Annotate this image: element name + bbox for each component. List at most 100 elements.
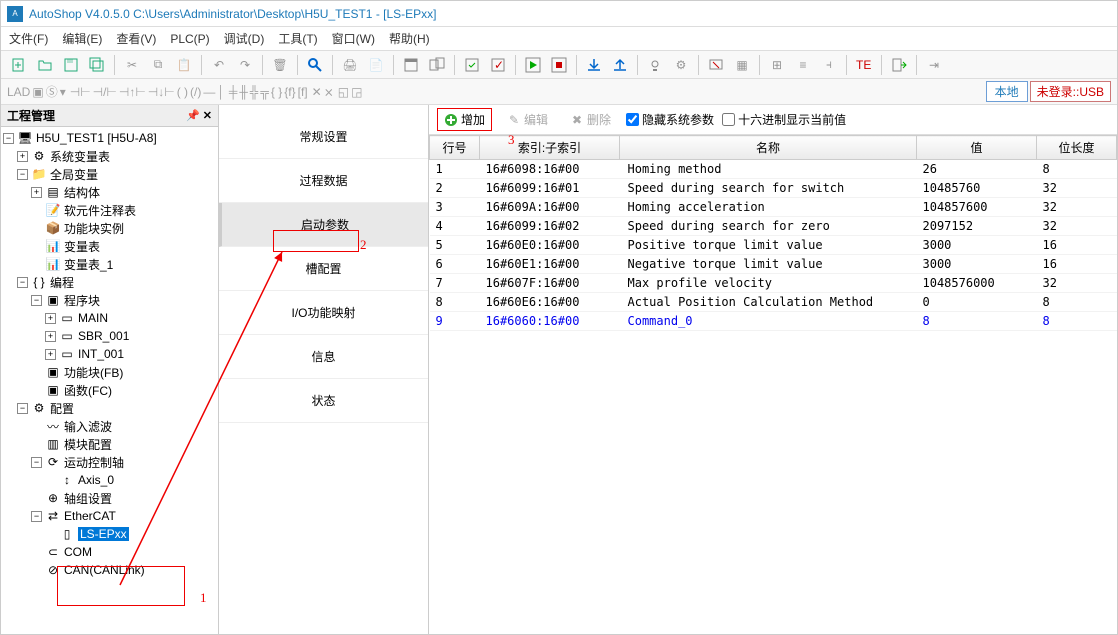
menu-edit[interactable]: 编辑(E) bbox=[62, 30, 102, 47]
print-icon[interactable]: 🖨 bbox=[338, 54, 362, 76]
menu-window[interactable]: 窗口(W) bbox=[332, 30, 375, 47]
cell-value[interactable]: 104857600 bbox=[917, 198, 1037, 217]
cell-bitlen[interactable]: 32 bbox=[1037, 217, 1117, 236]
import-icon[interactable]: ⇥ bbox=[922, 54, 946, 76]
tree-infilt[interactable]: 〰输入滤波 bbox=[3, 417, 216, 435]
cell-bitlen[interactable]: 32 bbox=[1037, 198, 1117, 217]
cell-name[interactable]: Negative torque limit value bbox=[620, 255, 917, 274]
window1-icon[interactable] bbox=[399, 54, 423, 76]
cell-row[interactable]: 9 bbox=[430, 312, 480, 331]
cell-value[interactable]: 10485760 bbox=[917, 179, 1037, 198]
tree-globalvar[interactable]: −📁全局变量 bbox=[3, 165, 216, 183]
tree-motion[interactable]: −⟳运动控制轴 bbox=[3, 453, 216, 471]
camera-icon[interactable] bbox=[643, 54, 667, 76]
tab-info[interactable]: 信息 bbox=[219, 335, 428, 379]
cell-value[interactable]: 1048576000 bbox=[917, 274, 1037, 293]
tab-status[interactable]: 状态 bbox=[219, 379, 428, 423]
cell-name[interactable]: Speed during search for switch bbox=[620, 179, 917, 198]
grid-icon[interactable]: ⊞ bbox=[765, 54, 789, 76]
undo-icon[interactable]: ↶ bbox=[207, 54, 231, 76]
delete-icon[interactable]: 🗑 bbox=[268, 54, 292, 76]
cell-row[interactable]: 2 bbox=[430, 179, 480, 198]
cell-row[interactable]: 5 bbox=[430, 236, 480, 255]
hide-sys-input[interactable] bbox=[626, 113, 639, 126]
pin-icon[interactable]: 📌 ✕ bbox=[186, 109, 212, 122]
table-row[interactable]: 916#6060:16#00Command_088 bbox=[430, 312, 1117, 331]
copy-icon[interactable]: ⧉ bbox=[146, 54, 170, 76]
table-row[interactable]: 216#6099:16#01Speed during search for sw… bbox=[430, 179, 1117, 198]
cell-value[interactable]: 0 bbox=[917, 293, 1037, 312]
col-index[interactable]: 索引:子索引 bbox=[480, 136, 620, 160]
tree-prog[interactable]: −{ }编程 bbox=[3, 273, 216, 291]
cell-bitlen[interactable]: 8 bbox=[1037, 160, 1117, 179]
menu-file[interactable]: 文件(F) bbox=[9, 30, 48, 47]
tree-com[interactable]: ⊂COM bbox=[3, 543, 216, 561]
tree-config[interactable]: −⚙配置 bbox=[3, 399, 216, 417]
tree-fc[interactable]: ▣函数(FC) bbox=[3, 381, 216, 399]
params-grid[interactable]: 行号 索引:子索引 名称 值 位长度 116#6098:16#00Homing … bbox=[429, 135, 1117, 634]
compileall-icon[interactable]: ✓ bbox=[486, 54, 510, 76]
cell-row[interactable]: 3 bbox=[430, 198, 480, 217]
run-icon[interactable] bbox=[521, 54, 545, 76]
col-bitlen[interactable]: 位长度 bbox=[1037, 136, 1117, 160]
table-row[interactable]: 116#6098:16#00Homing method268 bbox=[430, 160, 1117, 179]
hex-checkbox[interactable]: 十六进制显示当前值 bbox=[722, 111, 846, 128]
test-icon[interactable]: TEST bbox=[852, 54, 876, 76]
window2-icon[interactable] bbox=[425, 54, 449, 76]
gear-icon[interactable]: ⚙ bbox=[669, 54, 693, 76]
col-name[interactable]: 名称 bbox=[620, 136, 917, 160]
tree-fb[interactable]: ▣功能块(FB) bbox=[3, 363, 216, 381]
upload-icon[interactable] bbox=[608, 54, 632, 76]
col-value[interactable]: 值 bbox=[917, 136, 1037, 160]
tab-io[interactable]: I/O功能映射 bbox=[219, 291, 428, 335]
monitor-icon[interactable] bbox=[704, 54, 728, 76]
hex-input[interactable] bbox=[722, 113, 735, 126]
paste-icon[interactable]: 📋 bbox=[172, 54, 196, 76]
cell-name[interactable]: Homing method bbox=[620, 160, 917, 179]
cell-bitlen[interactable]: 8 bbox=[1037, 293, 1117, 312]
cell-bitlen[interactable]: 32 bbox=[1037, 179, 1117, 198]
table-row[interactable]: 816#60E6:16#00Actual Position Calculatio… bbox=[430, 293, 1117, 312]
table-row[interactable]: 416#6099:16#02Speed during search for ze… bbox=[430, 217, 1117, 236]
cell-value[interactable]: 26 bbox=[917, 160, 1037, 179]
compile-icon[interactable] bbox=[460, 54, 484, 76]
tree-int[interactable]: +▭INT_001 bbox=[3, 345, 216, 363]
add-button[interactable]: 增加 bbox=[437, 108, 492, 131]
download-icon[interactable] bbox=[582, 54, 606, 76]
table-row[interactable]: 716#607F:16#00Max profile velocity104857… bbox=[430, 274, 1117, 293]
cell-bitlen[interactable]: 8 bbox=[1037, 312, 1117, 331]
table-row[interactable]: 616#60E1:16#00Negative torque limit valu… bbox=[430, 255, 1117, 274]
cell-index[interactable]: 16#6099:16#01 bbox=[480, 179, 620, 198]
cell-index[interactable]: 16#60E6:16#00 bbox=[480, 293, 620, 312]
export-icon[interactable] bbox=[887, 54, 911, 76]
cell-index[interactable]: 16#607F:16#00 bbox=[480, 274, 620, 293]
tab-startup[interactable]: 启动参数 bbox=[219, 203, 428, 247]
tree-axis0[interactable]: ↕Axis_0 bbox=[3, 471, 216, 489]
tree-axisgrp[interactable]: ⊕轴组设置 bbox=[3, 489, 216, 507]
cell-bitlen[interactable]: 32 bbox=[1037, 274, 1117, 293]
tree-main[interactable]: +▭MAIN bbox=[3, 309, 216, 327]
login-button[interactable]: 未登录::USB bbox=[1030, 81, 1111, 102]
cell-name[interactable]: Positive torque limit value bbox=[620, 236, 917, 255]
cell-row[interactable]: 6 bbox=[430, 255, 480, 274]
cell-value[interactable]: 2097152 bbox=[917, 217, 1037, 236]
tree-canlink[interactable]: ⊘CAN(CANLink) bbox=[3, 561, 216, 579]
cell-name[interactable]: Speed during search for zero bbox=[620, 217, 917, 236]
table-row[interactable]: 516#60E0:16#00Positive torque limit valu… bbox=[430, 236, 1117, 255]
align-icon[interactable]: ⫞ bbox=[817, 54, 841, 76]
cell-index[interactable]: 16#6099:16#02 bbox=[480, 217, 620, 236]
stop-icon[interactable] bbox=[547, 54, 571, 76]
tree-struct[interactable]: +▤结构体 bbox=[3, 183, 216, 201]
cell-index[interactable]: 16#6098:16#00 bbox=[480, 160, 620, 179]
cell-value[interactable]: 8 bbox=[917, 312, 1037, 331]
tree-vartab[interactable]: 📊变量表 bbox=[3, 237, 216, 255]
cell-value[interactable]: 3000 bbox=[917, 236, 1037, 255]
saveall-icon[interactable] bbox=[85, 54, 109, 76]
cell-bitlen[interactable]: 16 bbox=[1037, 236, 1117, 255]
cell-row[interactable]: 7 bbox=[430, 274, 480, 293]
menu-view[interactable]: 查看(V) bbox=[116, 30, 156, 47]
cell-name[interactable]: Homing acceleration bbox=[620, 198, 917, 217]
menu-tool[interactable]: 工具(T) bbox=[278, 30, 317, 47]
cut-icon[interactable]: ✂ bbox=[120, 54, 144, 76]
col-row[interactable]: 行号 bbox=[430, 136, 480, 160]
